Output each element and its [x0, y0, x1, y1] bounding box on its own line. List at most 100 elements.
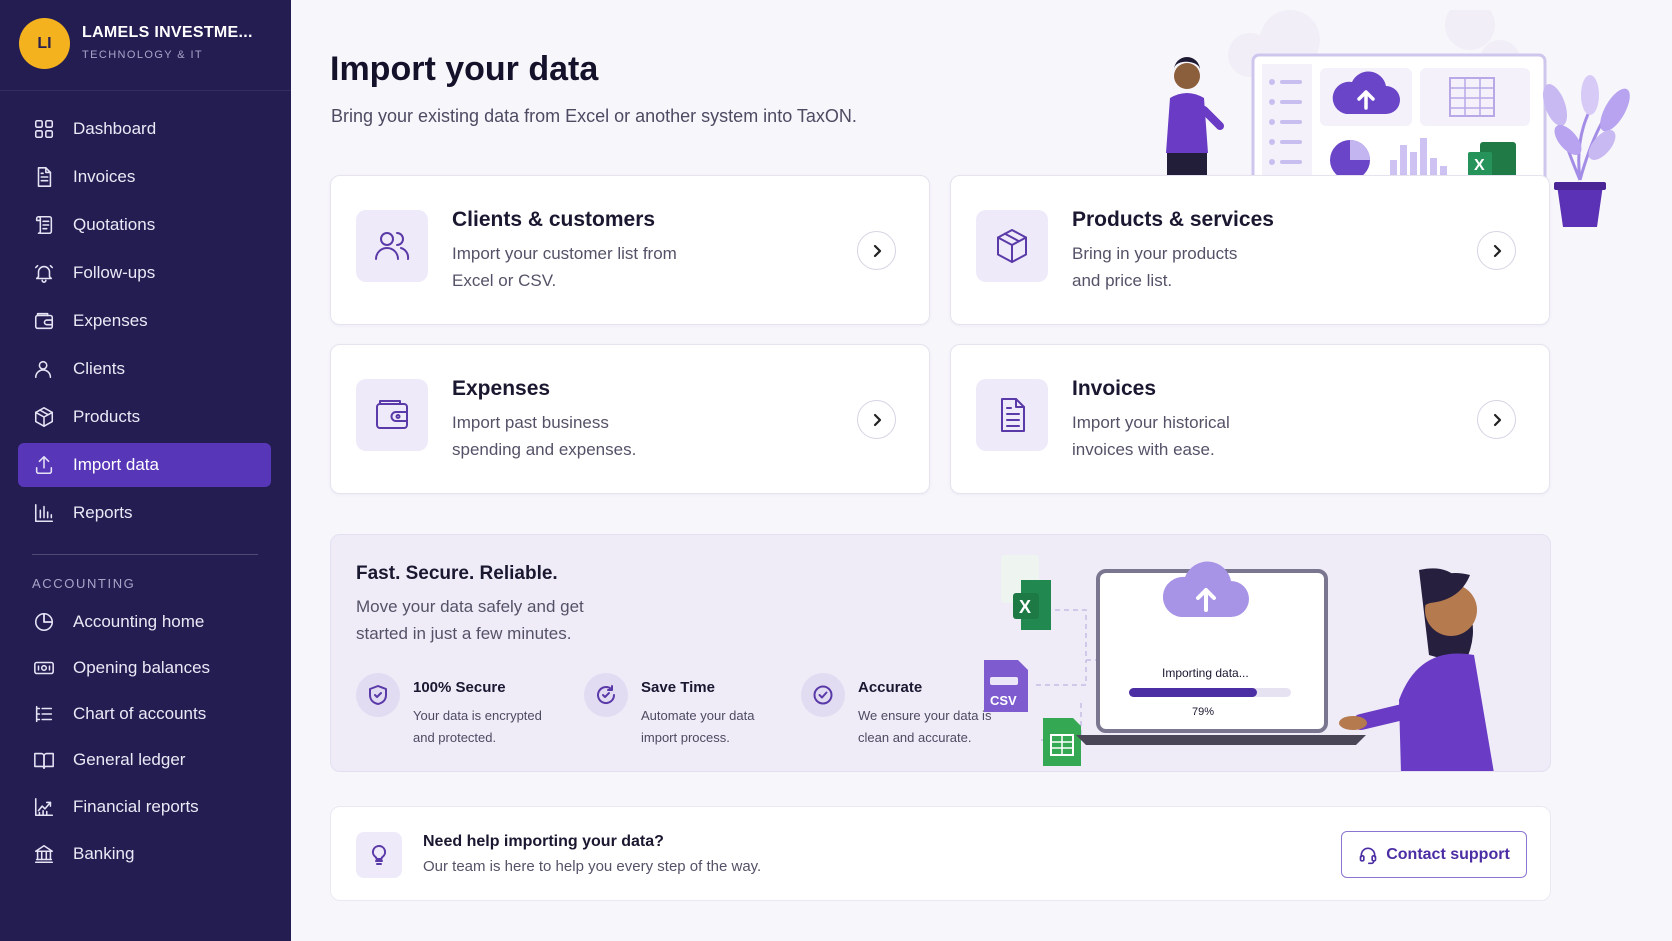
help-description: Our team is here to help you every step …: [423, 858, 762, 875]
bell-icon: [32, 261, 56, 285]
sidebar-item-label: Clients: [73, 359, 125, 378]
sidebar-item-label: Banking: [73, 844, 135, 863]
sidebar-item-accounting-home[interactable]: Accounting home: [18, 600, 271, 644]
card-description: Bring in your products and price list.: [1072, 244, 1238, 290]
sidebar-item-chart-of-accounts[interactable]: Chart of accounts: [18, 692, 271, 736]
org-name: LAMELS INVESTME...: [82, 24, 253, 41]
sidebar-item-label: Products: [73, 407, 141, 426]
document-icon: [976, 379, 1048, 451]
sidebar-item-label: General ledger: [73, 750, 186, 769]
chevron-right-icon[interactable]: [857, 400, 896, 439]
list-tree-icon: [32, 702, 56, 726]
chevron-right-icon[interactable]: [1477, 231, 1516, 270]
sidebar-item-label: Expenses: [73, 311, 148, 330]
sidebar-item-financial-reports[interactable]: Financial reports: [18, 785, 271, 829]
sidebar-item-invoices[interactable]: Invoices: [18, 155, 271, 199]
import-illustration: X CSV Importing data... 79%: [984, 555, 1494, 771]
users-icon: [356, 210, 428, 282]
contact-support-button[interactable]: Contact support: [1341, 831, 1527, 878]
import-progress-label: 79%: [1192, 706, 1214, 718]
sidebar-item-import-data[interactable]: Import data: [18, 443, 271, 487]
feature-title: Accurate: [858, 679, 923, 696]
book-icon: [32, 748, 56, 772]
sidebar-item-products[interactable]: Products: [18, 395, 271, 439]
org-switcher[interactable]: LI LAMELS INVESTME... TECHNOLOGY & IT: [0, 0, 291, 91]
check-circle-icon: [801, 673, 845, 717]
wallet-icon: [356, 379, 428, 451]
sidebar-item-follow-ups[interactable]: Follow-ups: [18, 251, 271, 295]
org-subtitle: TECHNOLOGY & IT: [82, 49, 204, 61]
help-title: Need help importing your data?: [423, 833, 664, 850]
box-icon: [32, 405, 56, 429]
sidebar-item-label: Opening balances: [73, 658, 211, 677]
promo-title: Fast. Secure. Reliable.: [356, 563, 558, 584]
sidebar: LI LAMELS INVESTME... TECHNOLOGY & IT Da…: [0, 0, 291, 941]
feature-title: Save Time: [641, 679, 715, 696]
card-description: Import past business spending and expens…: [452, 413, 637, 459]
sidebar-item-quotations[interactable]: Quotations: [18, 203, 271, 247]
wallet-icon: [32, 309, 56, 333]
import-card-clients[interactable]: Clients & customers Import your customer…: [330, 175, 930, 325]
trend-chart-icon: [32, 795, 56, 819]
contact-support-label: Contact support: [1386, 845, 1510, 863]
feature-description: We ensure your data is clean and accurat…: [858, 708, 992, 745]
sidebar-item-dashboard[interactable]: Dashboard: [18, 107, 271, 151]
chevron-right-icon[interactable]: [857, 231, 896, 270]
sidebar-item-reports[interactable]: Reports: [18, 491, 271, 535]
sidebar-item-label: Invoices: [73, 167, 136, 186]
card-description: Import your customer list from Excel or …: [452, 244, 677, 290]
chevron-right-icon[interactable]: [1477, 400, 1516, 439]
card-title: Invoices: [1072, 377, 1157, 400]
svg-text:X: X: [1474, 157, 1485, 174]
sidebar-item-clients[interactable]: Clients: [18, 347, 271, 391]
help-panel: Need help importing your data? Our team …: [330, 806, 1551, 901]
feature-description: Your data is encrypted and protected.: [413, 708, 542, 745]
promo-banner: Fast. Secure. Reliable. Move your data s…: [330, 534, 1551, 772]
page-subtitle: Bring your existing data from Excel or a…: [331, 106, 857, 126]
bar-chart-icon: [32, 501, 56, 525]
sidebar-item-label: Accounting home: [73, 612, 205, 631]
sidebar-item-label: Reports: [73, 503, 133, 522]
promo-description: Move your data safely and get started in…: [356, 597, 584, 643]
headset-icon: [1359, 847, 1377, 864]
lightbulb-icon: [356, 832, 402, 878]
card-description: Import your historical invoices with eas…: [1072, 413, 1230, 459]
feature-title: 100% Secure: [413, 679, 506, 696]
user-icon: [32, 357, 56, 381]
bank-icon: [32, 842, 56, 866]
import-card-invoices[interactable]: Invoices Import your historical invoices…: [950, 344, 1550, 494]
import-card-expenses[interactable]: Expenses Import past business spending a…: [330, 344, 930, 494]
refresh-check-icon: [584, 673, 628, 717]
grid-icon: [32, 117, 56, 141]
card-title: Expenses: [452, 377, 551, 400]
org-avatar: LI: [19, 18, 70, 69]
card-title: Products & services: [1072, 208, 1274, 231]
pie-chart-icon: [32, 610, 56, 634]
sidebar-item-label: Chart of accounts: [73, 704, 207, 723]
sidebar-item-opening-balances[interactable]: Opening balances: [18, 646, 271, 690]
import-card-products[interactable]: Products & services Bring in your produc…: [950, 175, 1550, 325]
sidebar-item-banking[interactable]: Banking: [18, 832, 271, 876]
nav-divider: [32, 554, 258, 555]
sidebar-item-expenses[interactable]: Expenses: [18, 299, 271, 343]
sidebar-item-label: Dashboard: [73, 119, 157, 138]
document-icon: [32, 165, 56, 189]
scroll-icon: [32, 213, 56, 237]
shield-check-icon: [356, 673, 400, 717]
nav-section-label: ACCOUNTING: [32, 576, 136, 591]
card-title: Clients & customers: [452, 208, 656, 231]
upload-icon: [32, 453, 56, 477]
excel-file-label: X: [1019, 597, 1031, 617]
sidebar-item-label: Quotations: [73, 215, 156, 234]
box-icon: [976, 210, 1048, 282]
sidebar-item-label: Import data: [73, 455, 159, 474]
csv-file-label: CSV: [990, 693, 1017, 708]
page-title: Import your data: [330, 50, 599, 88]
import-status-text: Importing data...: [1162, 666, 1249, 680]
feature-description: Automate your data import process.: [641, 708, 755, 745]
sidebar-item-label: Follow-ups: [73, 263, 156, 282]
import-progress-fill: [1129, 688, 1257, 697]
cash-icon: [32, 656, 56, 680]
sidebar-item-label: Financial reports: [73, 797, 199, 816]
sidebar-item-general-ledger[interactable]: General ledger: [18, 738, 271, 782]
